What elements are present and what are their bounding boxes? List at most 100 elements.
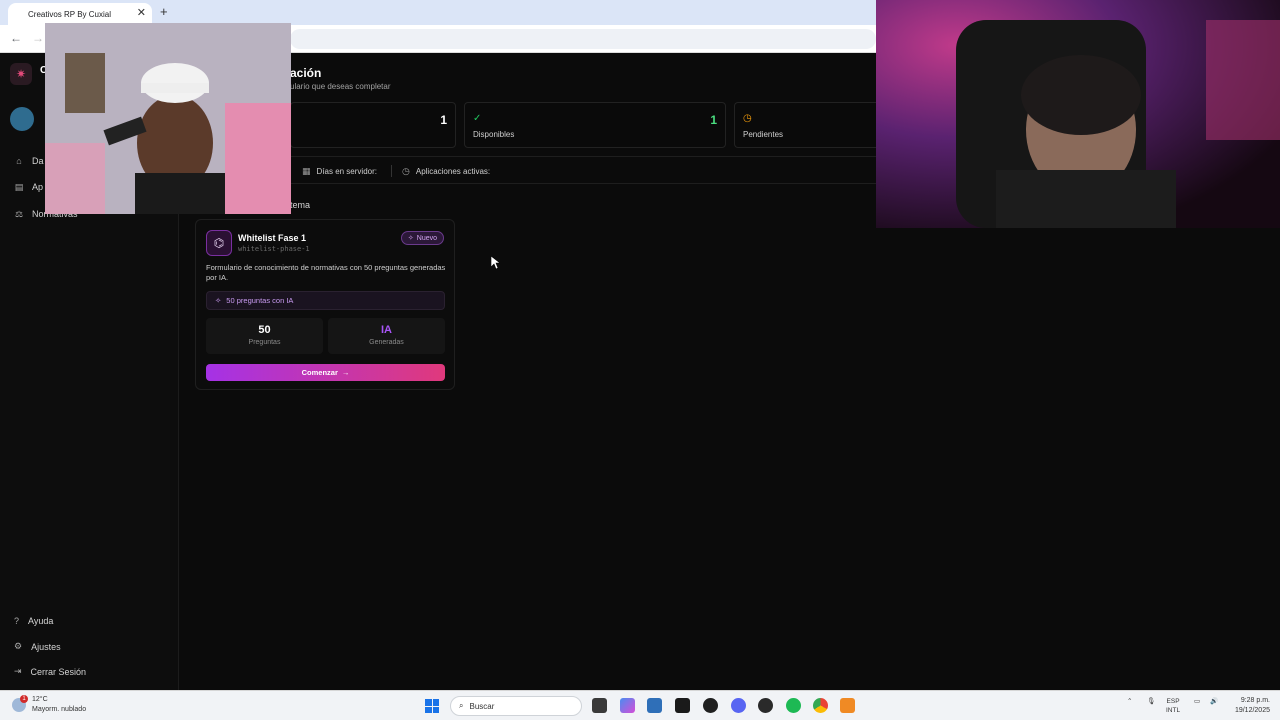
card-slug: whitelist-phase-1 <box>238 245 310 253</box>
questions-stat: 50 Preguntas <box>206 318 323 354</box>
temperature: 12°C <box>32 696 48 703</box>
new-tab-button[interactable]: + <box>160 4 168 19</box>
gear-icon: ⚙ <box>14 641 23 651</box>
sidebar-item-label: Ajustes <box>31 641 61 652</box>
weather-widget[interactable]: 1 12°C Mayorm. nublado <box>12 695 86 715</box>
clock-icon: ◷ <box>402 166 410 176</box>
brain-icon: ⌬ <box>206 230 232 256</box>
task-view-icon[interactable] <box>592 698 607 713</box>
active-applications: ◷ Aplicaciones activas: <box>402 166 490 177</box>
notification-badge: 1 <box>20 695 28 703</box>
address-bar[interactable] <box>290 29 876 49</box>
generated-value: IA <box>381 324 392 336</box>
tab-title: Creativos RP By Cuxial <box>28 9 111 19</box>
app-main-right <box>876 228 1280 690</box>
home-icon: ⌂ <box>16 156 22 166</box>
application-card: ⌬ Whitelist Fase 1 whitelist-phase-1 ✧ N… <box>195 219 455 390</box>
stat-card-disponibles: ✓ 1 Disponibles <box>464 102 726 148</box>
webcam-overlay-right <box>876 0 1280 228</box>
sidebar-item-dashboard[interactable]: ⌂ Da <box>14 156 44 166</box>
app-icon[interactable] <box>758 698 773 713</box>
close-tab-icon[interactable]: ✕ <box>137 6 146 19</box>
questions-value: 50 <box>258 324 271 336</box>
generated-label: Generadas <box>369 339 404 346</box>
start-button[interactable]: Comenzar → <box>206 364 445 381</box>
arrow-right-icon: → <box>341 368 350 377</box>
obs-icon[interactable] <box>703 698 718 713</box>
ai-questions-strip: ✧ 50 preguntas con IA <box>206 291 445 310</box>
keyboard-layout: INTL <box>1166 707 1181 714</box>
avatar[interactable] <box>10 107 34 131</box>
document-icon: ▤ <box>14 181 24 192</box>
card-title: Whitelist Fase 1 <box>238 233 307 243</box>
sidebar-item-applications[interactable]: ▤ Ap <box>14 181 44 193</box>
badge-label: Nuevo <box>416 234 437 242</box>
microphone-icon[interactable]: 🎙 <box>1147 697 1155 706</box>
days-label: Días en servidor: <box>316 167 377 176</box>
tray-chevron-icon[interactable]: ⌃ <box>1127 697 1132 706</box>
page-subtitle: ulario que deseas completar <box>290 82 391 91</box>
sparkle-icon: ✧ <box>407 235 414 242</box>
calendar-icon: ▦ <box>302 166 311 176</box>
taskbar-search[interactable]: ⌕ Buscar <box>450 696 582 716</box>
sidebar-item-label: Da <box>32 156 44 166</box>
chrome-icon[interactable] <box>813 698 828 713</box>
sidebar-item-label: Ap <box>32 182 44 192</box>
start-button-label: Comenzar <box>301 368 338 377</box>
language-code: ESP <box>1166 698 1180 705</box>
search-label: Buscar <box>469 701 495 711</box>
browser-tab[interactable]: Creativos RP By Cuxial ✕ <box>8 3 152 25</box>
sidebar-item-ayuda[interactable]: ? Ayuda <box>14 616 53 626</box>
spotify-icon[interactable] <box>786 698 801 713</box>
generated-stat: IA Generadas <box>328 318 445 354</box>
stat-label: Disponibles <box>473 130 515 139</box>
webcam-overlay-left <box>45 23 291 214</box>
days-on-server: ▦ Días en servidor: <box>302 166 377 177</box>
screen: Creativos RP By Cuxial ✕ + ← → ✷ C ⌂ Da … <box>0 0 1280 720</box>
sidebar-item-ajustes[interactable]: ⚙ Ajustes <box>14 641 61 652</box>
divider <box>391 165 392 177</box>
system-clock[interactable]: 9:28 p.m. 19/12/2025 <box>1235 696 1270 716</box>
logout-icon: ⇥ <box>14 666 22 676</box>
stat-card-pendientes: ◷ Pendientes <box>734 102 876 148</box>
taskbar: 1 12°C Mayorm. nublado ⌕ Buscar ⌃ 🎙 ESP <box>0 690 1280 720</box>
weather-condition: Mayorm. nublado <box>32 706 87 713</box>
info-row: ▦ Días en servidor: ◷ Aplicaciones activ… <box>290 156 876 184</box>
sidebar-item-logout[interactable]: ⇥ Cerrar Sesión <box>14 666 86 677</box>
windows-start-icon[interactable] <box>425 699 439 713</box>
logo-sparkle-icon: ✷ <box>10 63 32 85</box>
gavel-icon: ⚖ <box>14 208 24 219</box>
sidebar-item-label: Cerrar Sesión <box>30 666 87 677</box>
network-icon[interactable]: ▭ <box>1194 697 1200 706</box>
store-icon[interactable] <box>647 698 662 713</box>
stat-value: 1 <box>440 113 447 127</box>
sidebar-item-label: Ayuda <box>28 616 54 626</box>
check-circle-icon: ✓ <box>473 113 482 124</box>
new-badge: ✧ Nuevo <box>400 231 444 245</box>
card-description: Formulario de conocimiento de normativas… <box>206 263 446 282</box>
language-indicator[interactable]: ESP INTL <box>1166 697 1180 715</box>
mouse-cursor-icon <box>491 256 500 270</box>
page-title: ación <box>290 66 322 80</box>
copilot-icon[interactable] <box>620 698 635 713</box>
clock-time: 9:28 p.m. <box>1240 697 1270 704</box>
help-icon: ? <box>14 616 20 626</box>
clock-icon: ◷ <box>743 113 752 124</box>
webcam-person-image <box>876 0 1280 228</box>
volume-icon[interactable]: 🔊 <box>1210 697 1218 706</box>
clock-date: 19/12/2025 <box>1234 707 1270 714</box>
questions-label: Preguntas <box>248 339 281 346</box>
capcut-icon[interactable] <box>675 698 690 713</box>
back-arrow-icon[interactable]: ← <box>10 31 22 45</box>
stat-label: Pendientes <box>743 130 784 139</box>
sparkle-icon: ✧ <box>215 296 222 305</box>
section-label: tema <box>290 200 311 210</box>
ai-strip-label: 50 preguntas con IA <box>226 296 294 305</box>
forward-arrow-icon[interactable]: → <box>32 31 44 45</box>
webcam-person-image <box>45 23 291 214</box>
discord-icon[interactable] <box>731 698 746 713</box>
search-icon: ⌕ <box>459 701 464 710</box>
active-label: Aplicaciones activas: <box>415 167 491 176</box>
stat-value: 1 <box>710 113 717 127</box>
app-launcher-icon[interactable] <box>840 698 855 713</box>
